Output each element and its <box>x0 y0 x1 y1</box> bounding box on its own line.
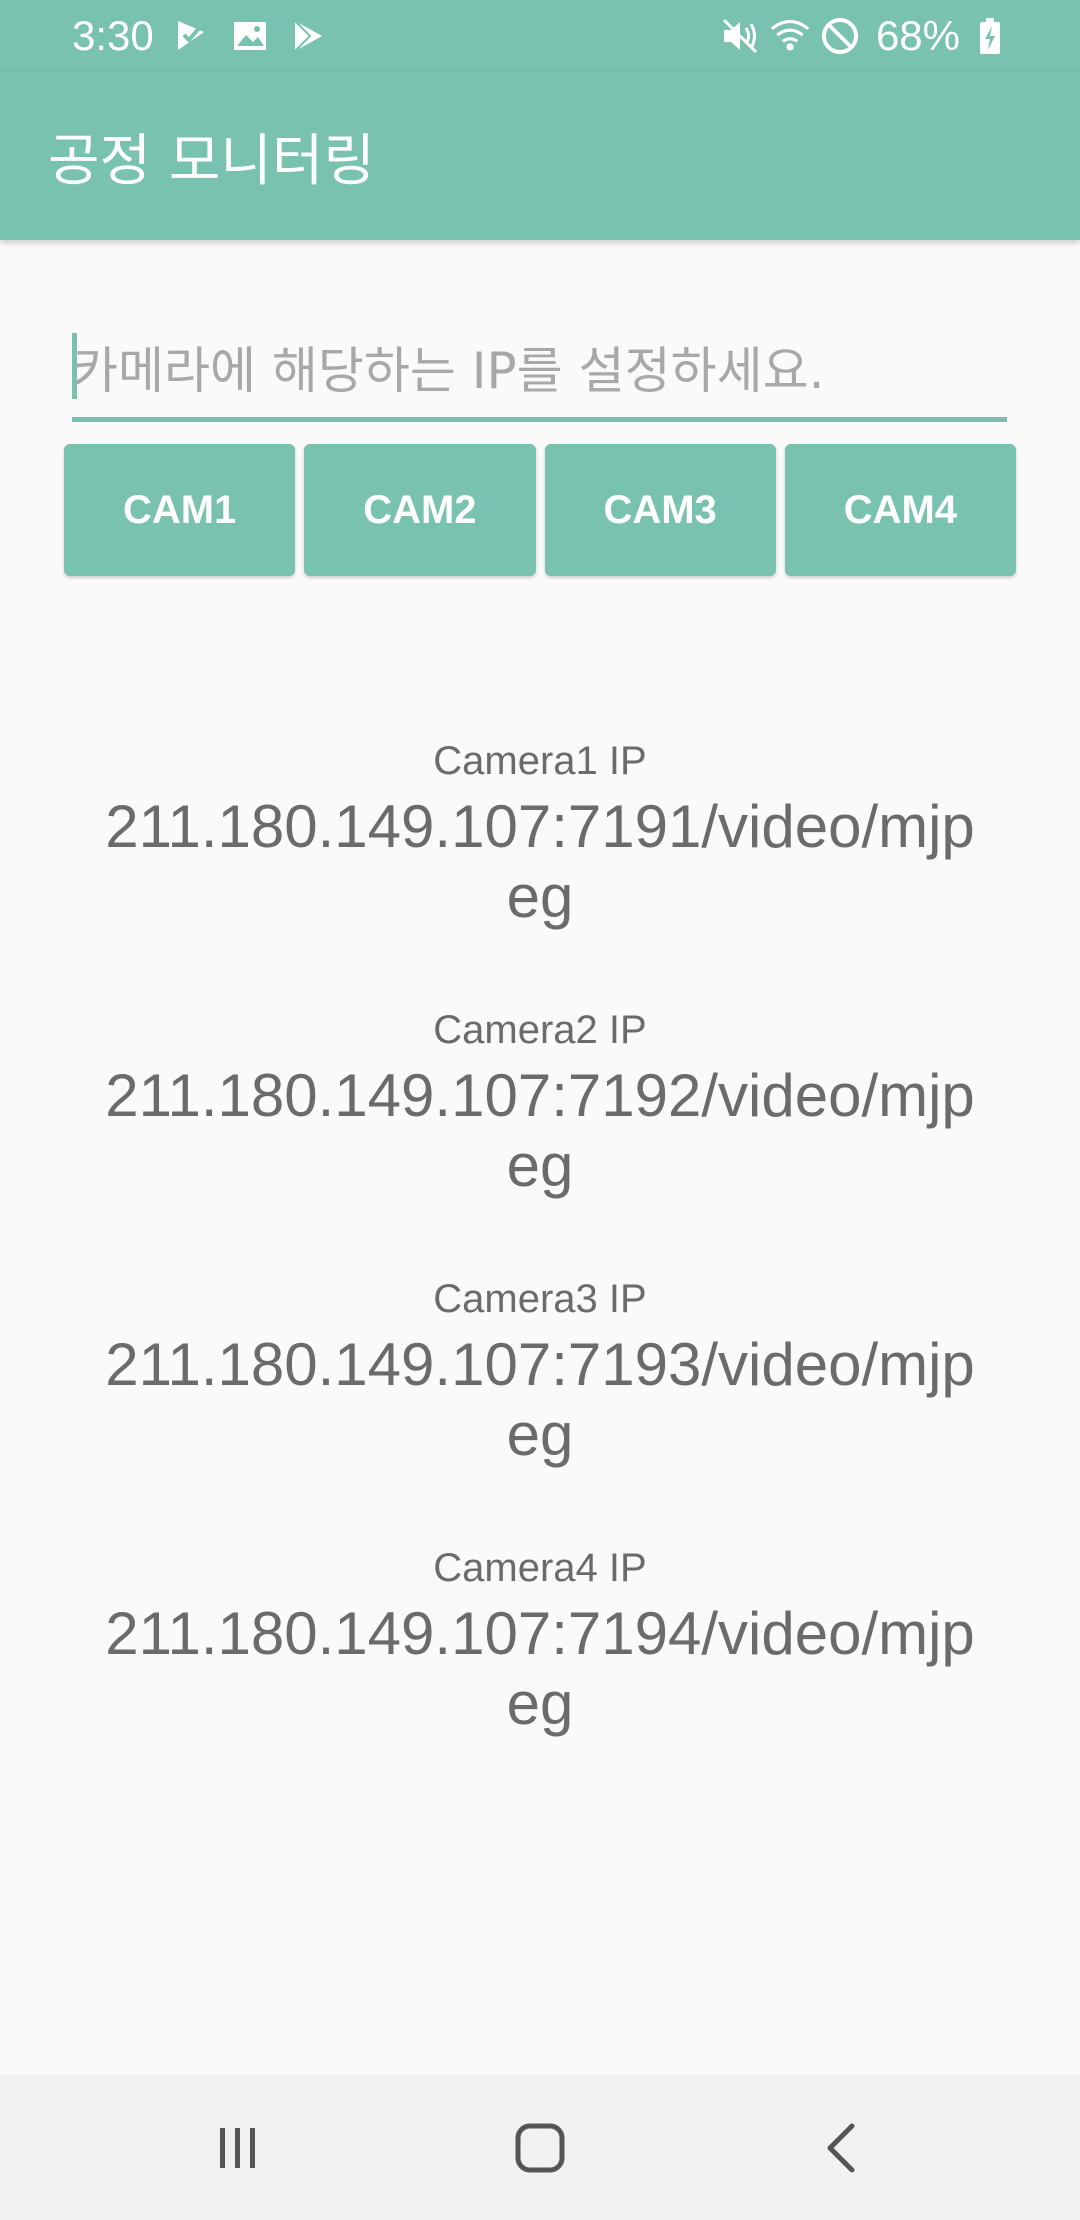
camera-item-1: Camera1 IP 211.180.149.107:7191/video/mj… <box>0 730 1080 999</box>
do-not-disturb-icon <box>820 16 860 56</box>
page-title: 공정 모니터링 <box>48 128 375 194</box>
camera-url: 211.180.149.107:7194/video/mjpeg <box>105 1600 975 1737</box>
ip-input[interactable] <box>72 325 1007 417</box>
recent-apps-icon <box>220 2127 255 2168</box>
camera-label: Camera2 IP <box>433 1008 647 1052</box>
camera-url: 211.180.149.107:7191/video/mjpeg <box>105 793 975 930</box>
play-store-icon <box>288 16 328 56</box>
recent-apps-button[interactable] <box>148 2075 328 2220</box>
camera-list: Camera1 IP 211.180.149.107:7191/video/mj… <box>0 730 1080 1806</box>
status-clock: 3:30 <box>72 12 154 59</box>
cam1-button[interactable]: CAM1 <box>64 444 296 576</box>
app-bar: 공정 모니터링 <box>0 72 1080 240</box>
cam3-button[interactable]: CAM3 <box>544 444 776 576</box>
camera-item-4: Camera4 IP 211.180.149.107:7194/video/mj… <box>0 1537 1080 1806</box>
cam4-button[interactable]: CAM4 <box>784 444 1016 576</box>
ip-input-field[interactable] <box>72 325 1007 422</box>
camera-url: 211.180.149.107:7192/video/mjpeg <box>105 1062 975 1199</box>
camera-label: Camera1 IP <box>433 739 647 783</box>
wifi-icon <box>770 16 810 56</box>
status-right: 68% <box>720 12 1010 60</box>
status-bar: 3:30 68% <box>0 0 1080 72</box>
camera-url: 211.180.149.107:7193/video/mjpeg <box>105 1331 975 1468</box>
camera-label: Camera3 IP <box>433 1277 647 1321</box>
cam2-button[interactable]: CAM2 <box>304 444 536 576</box>
status-left: 3:30 <box>72 12 328 60</box>
text-cursor <box>72 333 77 399</box>
camera-label: Camera4 IP <box>433 1546 647 1590</box>
mute-icon <box>720 16 760 56</box>
check-app-icon <box>172 16 212 56</box>
home-button[interactable] <box>450 2075 630 2220</box>
camera-item-2: Camera2 IP 211.180.149.107:7192/video/mj… <box>0 999 1080 1268</box>
camera-item-3: Camera3 IP 211.180.149.107:7193/video/mj… <box>0 1268 1080 1537</box>
navigation-bar <box>0 2075 1080 2220</box>
home-icon <box>515 2123 565 2172</box>
battery-level: 68% <box>875 12 960 59</box>
back-icon <box>827 2123 855 2172</box>
battery-charging-icon <box>970 16 1010 56</box>
gallery-icon <box>230 16 270 56</box>
back-button[interactable] <box>752 2075 932 2220</box>
cam-button-group: CAM1 CAM2 CAM3 CAM4 <box>64 444 1016 576</box>
